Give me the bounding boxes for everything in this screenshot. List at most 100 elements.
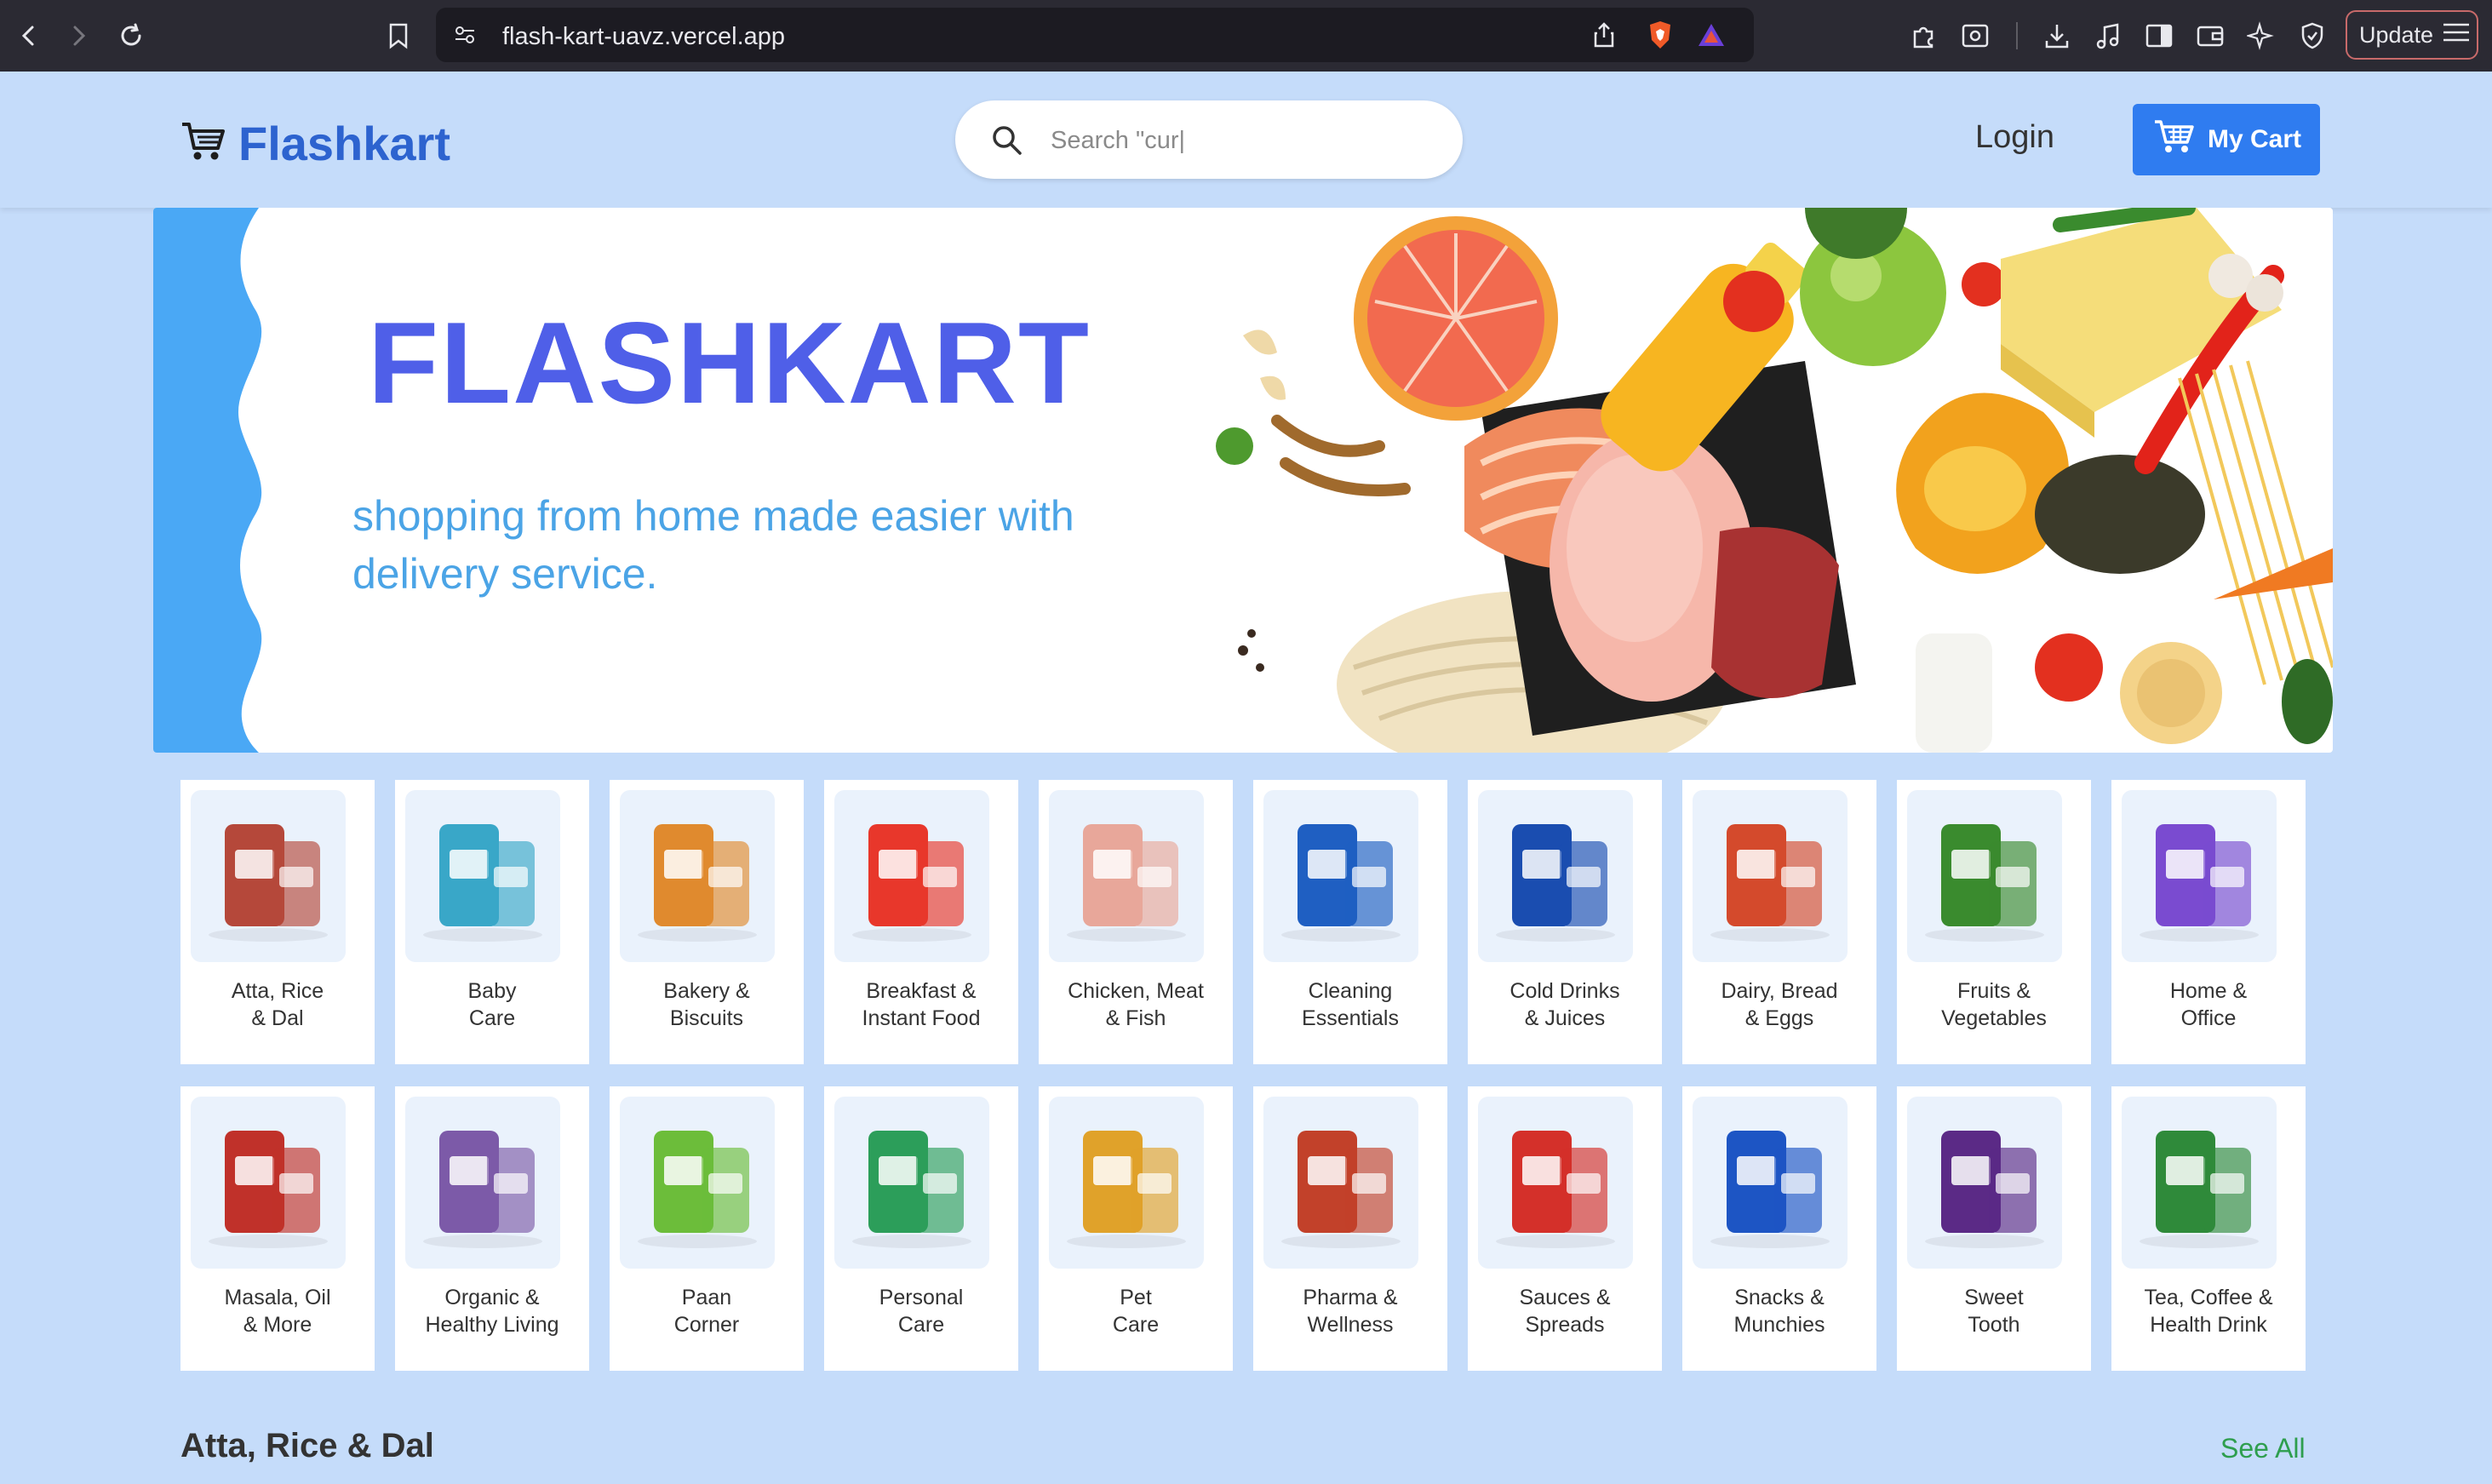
category-label: Breakfast & Instant Food [862, 979, 981, 1030]
ketchup-pouch-icon [1478, 1097, 1633, 1269]
handwash-bottle-icon [834, 1097, 989, 1269]
category-label: Fruits & Vegetables [1941, 979, 2047, 1030]
bread-pack-icon [1693, 790, 1848, 962]
see-all-link[interactable]: See All [2220, 1433, 2306, 1464]
banana-spinach-icon [1907, 790, 2062, 962]
reader-mode-icon[interactable] [1958, 19, 1992, 53]
category-label: Cleaning Essentials [1302, 979, 1399, 1030]
menu-icon [2442, 21, 2471, 49]
banner-title: FLASHKART [368, 298, 1091, 427]
category-tile[interactable]: Organic & Healthy Living [395, 1086, 589, 1371]
forward-icon[interactable] [60, 17, 97, 54]
cereal-box-icon [834, 790, 989, 962]
category-tile[interactable]: Atta, Rice & Dal [180, 780, 375, 1064]
category-label: Organic & Healthy Living [425, 1286, 559, 1337]
category-tile[interactable]: Cleaning Essentials [1253, 780, 1447, 1064]
raw-chicken-icon [1049, 790, 1204, 962]
brand-name: Flashkart [238, 117, 450, 170]
wallet-icon[interactable] [2193, 19, 2227, 53]
site-settings-icon[interactable] [448, 18, 482, 52]
bookmark-icon[interactable] [381, 19, 415, 53]
category-tile[interactable]: Snacks & Munchies [1682, 1086, 1876, 1371]
category-tile[interactable]: Fruits & Vegetables [1897, 780, 2091, 1064]
category-label: Baby Care [467, 979, 517, 1030]
browser-toolbar: flash-kart-uavz.vercel.app Update [0, 0, 2492, 72]
cart-icon [2153, 117, 2196, 162]
category-tile[interactable]: Sauces & Spreads [1468, 1086, 1662, 1371]
category-label: Pet Care [1112, 1286, 1160, 1337]
diaper-pack-icon [405, 790, 560, 962]
category-tile[interactable]: Personal Care [824, 1086, 1018, 1371]
spray-can-icon [2122, 790, 2277, 962]
sidebar-icon[interactable] [2142, 19, 2176, 53]
soda-bottle-icon [1478, 790, 1633, 962]
category-label: Atta, Rice & Dal [231, 979, 324, 1030]
download-icon[interactable] [2040, 19, 2074, 53]
toolbar-divider [2016, 22, 2018, 49]
category-tile[interactable]: Sweet Tooth [1897, 1086, 2091, 1371]
update-label: Update [2359, 21, 2434, 48]
groceries-illustration [1216, 208, 2333, 753]
category-tile[interactable]: Bakery & Biscuits [610, 780, 804, 1064]
category-tile[interactable]: Cold Drinks & Juices [1468, 780, 1662, 1064]
my-cart-button[interactable]: My Cart [2133, 104, 2320, 175]
category-tile[interactable]: Home & Office [2111, 780, 2306, 1064]
section-title: Atta, Rice & Dal [180, 1427, 434, 1464]
search-icon [991, 124, 1023, 161]
category-tile[interactable]: Masala, Oil & More [180, 1086, 375, 1371]
biscuit-pack-icon [620, 790, 775, 962]
category-tile[interactable]: Pet Care [1039, 1086, 1233, 1371]
organic-pouch-icon [405, 1097, 560, 1269]
medicine-bottle-icon [1263, 1097, 1418, 1269]
cart-label: My Cart [2208, 125, 2302, 153]
category-label: Tea, Coffee & Health Drink [2144, 1286, 2273, 1337]
vpn-shield-icon[interactable] [2295, 19, 2329, 53]
masala-pack-icon [191, 1097, 346, 1269]
grain-bag-icon [191, 790, 346, 962]
pet-food-icon [1049, 1097, 1204, 1269]
category-label: Dairy, Bread & Eggs [1721, 979, 1838, 1030]
music-icon[interactable] [2091, 19, 2125, 53]
update-button[interactable]: Update [2346, 10, 2478, 60]
chocolate-bar-icon [1907, 1097, 2062, 1269]
banner-wave-edge [153, 208, 262, 753]
category-label: Chicken, Meat & Fish [1068, 979, 1204, 1030]
category-tile[interactable]: Pharma & Wellness [1253, 1086, 1447, 1371]
category-label: Bakery & Biscuits [663, 979, 750, 1030]
url-text: flash-kart-uavz.vercel.app [502, 23, 786, 50]
category-label: Personal Care [879, 1286, 964, 1337]
category-tile[interactable]: Breakfast & Instant Food [824, 780, 1018, 1064]
category-label: Sauces & Spreads [1519, 1286, 1611, 1337]
lighter-icon [620, 1097, 775, 1269]
category-tile[interactable]: Chicken, Meat & Fish [1039, 780, 1233, 1064]
hero-banner: FLASHKART shopping from home made easier… [153, 208, 2333, 753]
banner-subtitle: shopping from home made easier with deli… [352, 492, 1074, 598]
extensions-icon[interactable] [1907, 19, 1941, 53]
category-label: Masala, Oil & More [224, 1286, 331, 1337]
shopping-cart-icon [180, 119, 226, 168]
brave-rewards-icon[interactable] [1694, 18, 1728, 52]
leo-ai-icon[interactable] [2244, 19, 2278, 53]
brand-logo[interactable]: Flashkart [180, 116, 450, 171]
detergent-pack-icon [1263, 790, 1418, 962]
category-label: Home & Office [2169, 979, 2248, 1030]
site-header: Flashkart Login My Cart [0, 72, 2492, 208]
back-icon[interactable] [10, 17, 48, 54]
tea-pack-icon [2122, 1097, 2277, 1269]
category-label: Sweet Tooth [1964, 1286, 2024, 1337]
category-tile[interactable]: Tea, Coffee & Health Drink [2111, 1086, 2306, 1371]
share-icon[interactable] [1587, 18, 1621, 52]
address-bar[interactable]: flash-kart-uavz.vercel.app [436, 8, 1754, 62]
category-tile[interactable]: Baby Care [395, 780, 589, 1064]
category-label: Pharma & Wellness [1303, 1286, 1398, 1337]
category-label: Paan Corner [673, 1286, 740, 1337]
brave-shield-icon[interactable] [1643, 18, 1677, 52]
search-bar[interactable] [955, 100, 1463, 179]
reload-icon[interactable] [112, 17, 150, 54]
category-label: Snacks & Munchies [1733, 1286, 1825, 1337]
login-link[interactable]: Login [1975, 119, 2054, 156]
category-label: Cold Drinks & Juices [1510, 979, 1620, 1030]
category-tile[interactable]: Paan Corner [610, 1086, 804, 1371]
category-tile[interactable]: Dairy, Bread & Eggs [1682, 780, 1876, 1064]
search-input[interactable] [1049, 119, 1435, 162]
